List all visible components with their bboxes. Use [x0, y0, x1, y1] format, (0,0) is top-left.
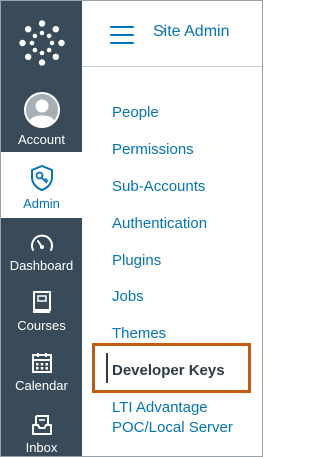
avatar: [23, 92, 60, 128]
nav-link-jobs[interactable]: Jobs: [112, 287, 144, 306]
global-nav-dashboard-label: Dashboard: [9, 258, 74, 273]
inbox-icon: [31, 415, 52, 435]
header-bar: Site Admin: [82, 1, 262, 67]
global-nav-dashboard[interactable]: Dashboard: [1, 232, 82, 273]
global-nav-courses-label: Courses: [17, 318, 66, 333]
book-icon: [32, 291, 51, 313]
nav-link-poc-local-server[interactable]: POC/Local Server: [112, 418, 233, 437]
global-nav-inbox-label: Inbox: [25, 440, 58, 455]
nav-link-authentication[interactable]: Authentication: [112, 214, 207, 233]
nav-link-people[interactable]: People: [112, 103, 159, 122]
speedometer-icon: [30, 234, 53, 251]
global-nav-inbox[interactable]: Inbox: [1, 414, 82, 455]
shield-key-icon: [30, 165, 53, 191]
nav-link-lti-advantage[interactable]: LTI Advantage: [112, 398, 208, 417]
global-nav-account[interactable]: Account: [1, 92, 82, 147]
breadcrumb-chevron-icon: ›: [161, 21, 167, 38]
global-nav-calendar-label: Calendar: [15, 378, 68, 393]
active-indicator: [106, 353, 108, 383]
nav-link-developer-keys[interactable]: Developer Keys: [112, 361, 225, 380]
global-nav-account-label: Account: [18, 132, 65, 147]
nav-link-themes[interactable]: Themes: [112, 324, 166, 343]
nav-link-plugins[interactable]: Plugins: [112, 251, 161, 270]
global-navigation: Account Admin Dashboard Courses Calendar…: [1, 1, 82, 456]
calendar-icon: [31, 353, 52, 373]
global-nav-admin-label: Admin: [23, 196, 60, 211]
global-nav-admin[interactable]: Admin: [1, 152, 82, 218]
nav-link-sub-accounts[interactable]: Sub-Accounts: [112, 177, 205, 196]
canvas-logo-icon[interactable]: [1, 1, 82, 85]
global-nav-calendar[interactable]: Calendar: [1, 352, 82, 393]
global-nav-courses[interactable]: Courses: [1, 290, 82, 333]
hamburger-menu-icon[interactable]: [110, 26, 134, 44]
nav-link-permissions[interactable]: Permissions: [112, 140, 194, 159]
